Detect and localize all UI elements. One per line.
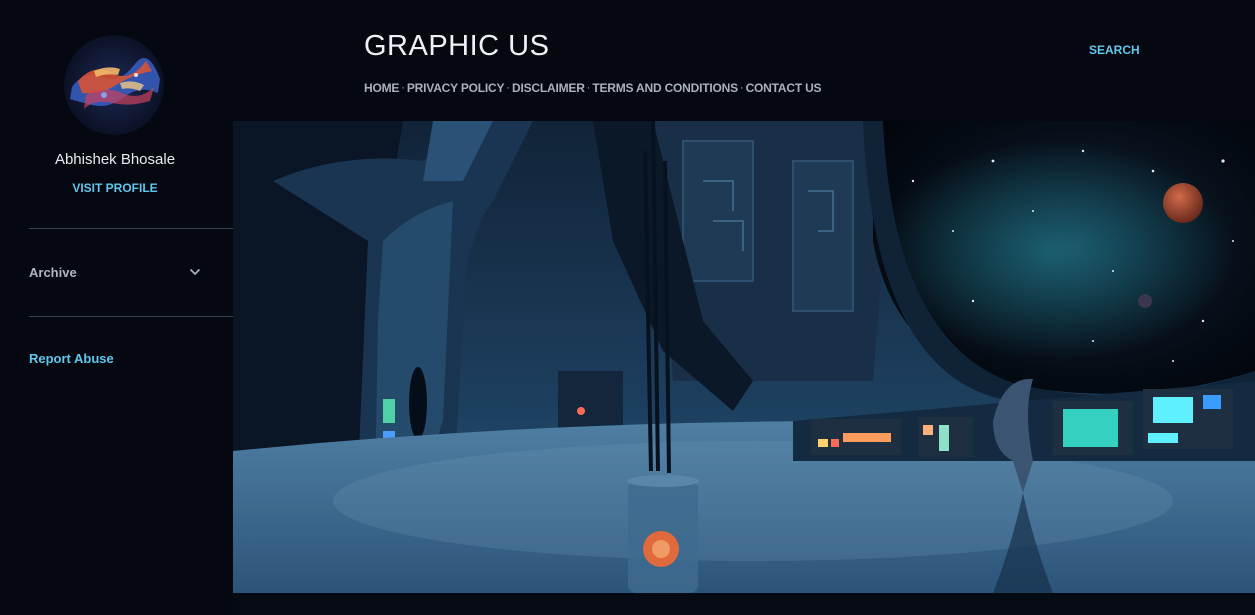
sidebar-divider [29,228,233,229]
sidebar: Abhishek Bhosale VISIT PROFILE Archive R… [0,0,233,615]
nav-contact-us[interactable]: CONTACT US [746,81,822,95]
profile-name: Abhishek Bhosale [54,151,176,168]
site-title[interactable]: GRAPHIC US [364,30,549,63]
nav-separator: · [586,82,591,94]
archive-toggle[interactable]: Archive [29,258,201,286]
main-nav: HOME · PRIVACY POLICY · DISCLAIMER · TER… [364,81,822,95]
nav-privacy-policy[interactable]: PRIVACY POLICY [407,81,505,95]
search-button[interactable]: SEARCH [1089,43,1140,57]
header: GRAPHIC US HOME · PRIVACY POLICY · DISCL… [233,0,1255,121]
sidebar-divider [29,316,233,317]
nav-separator: · [506,82,510,94]
chevron-down-icon[interactable] [189,268,201,276]
hero-image [233,121,1255,593]
archive-label: Archive [29,264,77,280]
visit-profile-link[interactable]: VISIT PROFILE [0,181,230,195]
avatar[interactable] [64,35,164,135]
nav-separator: · [401,82,405,94]
report-abuse-link[interactable]: Report Abuse [29,351,114,366]
nav-disclaimer[interactable]: DISCLAIMER [512,81,585,95]
nav-separator: · [739,82,744,94]
nav-home[interactable]: HOME [364,81,399,95]
page: Abhishek Bhosale VISIT PROFILE Archive R… [0,0,1255,615]
nav-terms-and-conditions[interactable]: TERMS AND CONDITIONS [592,81,738,95]
